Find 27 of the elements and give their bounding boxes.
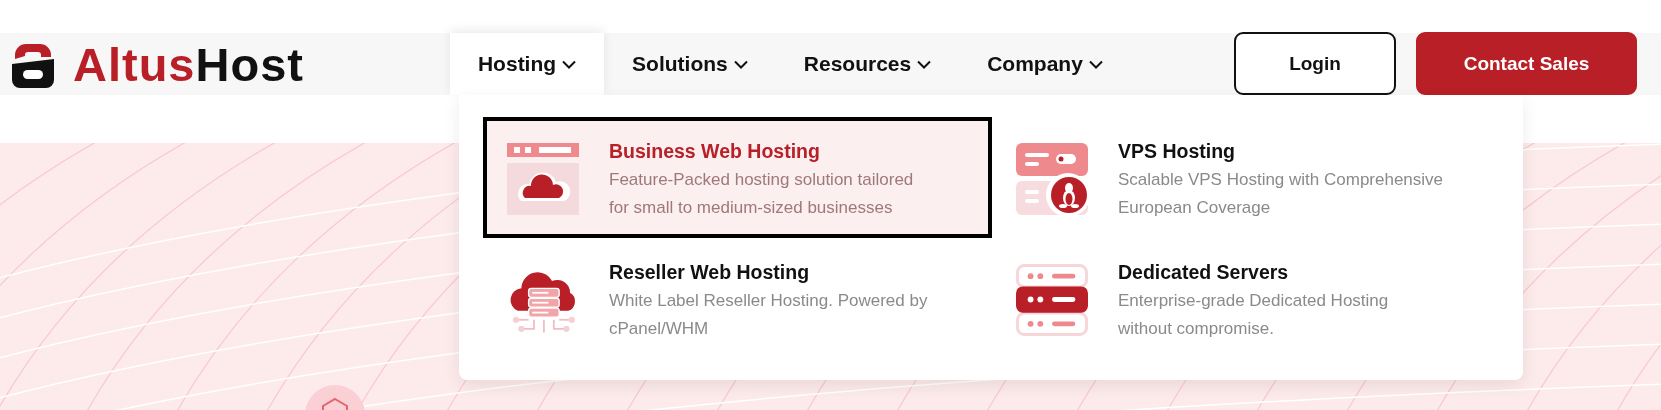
chevron-down-icon bbox=[917, 59, 932, 69]
chevron-down-icon bbox=[562, 59, 577, 69]
item-title: Business Web Hosting bbox=[609, 139, 821, 163]
item-description: Scalable VPS Hosting with Comprehensive European Coverage bbox=[1118, 169, 1445, 219]
item-description: Feature-Packed hosting solution tailored for small to medium-sized businesses bbox=[609, 169, 915, 219]
menu-item[interactable]: Dedicated Servers Enterprise-grade Dedicated Hosting without compromise. bbox=[992, 238, 1501, 359]
menu-item[interactable]: Business Web Hosting Feature-Packed hosting solution tailored for small to medium-sized businesses bbox=[483, 117, 992, 238]
item-description: Enterprise-grade Dedicated Hosting without compromise. bbox=[1118, 290, 1390, 340]
item-title: VPS Hosting bbox=[1118, 139, 1236, 163]
nav-tab[interactable]: Solutions bbox=[604, 33, 776, 95]
item-title: Reseller Web Hosting bbox=[609, 260, 811, 284]
logo-text: AltusHost bbox=[73, 41, 304, 88]
menu-item[interactable]: VPS Hosting Scalable VPS Hosting with Comprehensive European Coverage bbox=[992, 117, 1501, 238]
chevron-down-icon bbox=[1088, 59, 1103, 69]
login-button[interactable]: Login bbox=[1234, 32, 1396, 95]
server-penguin-icon bbox=[1016, 143, 1088, 215]
nav-tab[interactable]: Resources bbox=[775, 33, 960, 95]
contact-sales-button[interactable]: Contact Sales bbox=[1416, 32, 1637, 95]
chevron-down-icon bbox=[733, 59, 748, 69]
item-title: Dedicated Servers bbox=[1118, 260, 1290, 284]
item-description: White Label Reseller Hosting. Powered by cPanel/WHM bbox=[609, 290, 929, 340]
browser-cloud-icon bbox=[507, 143, 579, 215]
menu-item[interactable]: Reseller Web Hosting White Label Reseller Hosting. Powered by cPanel/WHM bbox=[483, 238, 992, 359]
logo-icon bbox=[12, 41, 54, 88]
server-rack-icon bbox=[1016, 263, 1088, 337]
nav-tab[interactable]: Hosting bbox=[449, 33, 605, 95]
nav-tab[interactable]: Company bbox=[959, 33, 1131, 95]
